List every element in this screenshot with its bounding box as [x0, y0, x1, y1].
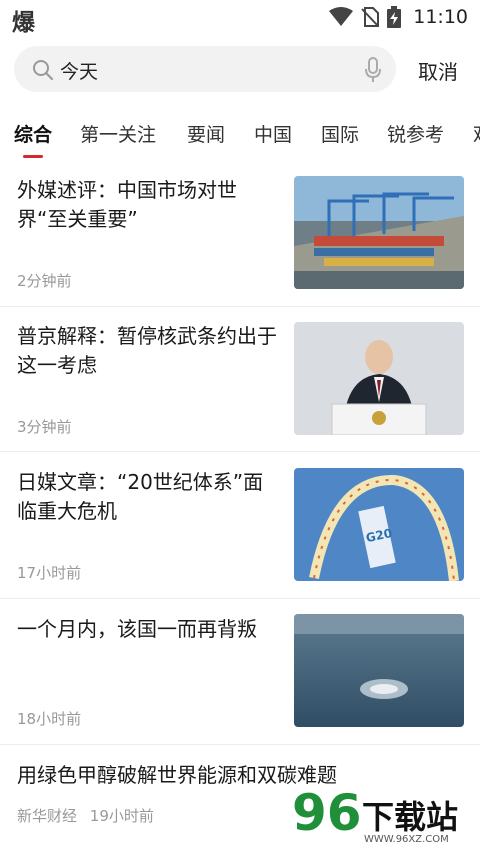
watermark-number: 96	[292, 784, 362, 842]
cancel-button[interactable]: 取消	[418, 56, 458, 85]
watermark-text: 下载站	[362, 798, 459, 836]
news-title[interactable]: 日媒文章：“20世纪体系”面临重大危机	[17, 468, 279, 526]
tab-comprehensive[interactable]: 综合	[14, 120, 52, 147]
wifi-icon	[329, 7, 354, 26]
clock: 11:10	[413, 6, 468, 28]
news-title[interactable]: 外媒述评：中国市场对世界“至关重要”	[17, 176, 279, 234]
search-query[interactable]: 今天	[60, 57, 98, 84]
search-icon	[33, 60, 53, 80]
battery-charging-icon	[387, 6, 402, 28]
news-title[interactable]: 用绿色甲醇破解世界能源和双碳难题	[17, 761, 457, 790]
watermark-logo: 96 下载站 WWW.96XZ.COM	[292, 784, 472, 850]
tab-first-focus[interactable]: 第一关注	[80, 120, 156, 147]
search-input[interactable]: 今天	[14, 46, 396, 92]
channel-tabs: 综合 第一关注 要闻 中国 国际 锐参考 观	[0, 110, 480, 166]
tab-china[interactable]: 中国	[254, 120, 292, 147]
tab-more[interactable]: 观	[473, 120, 480, 147]
tab-headlines[interactable]: 要闻	[187, 120, 225, 147]
news-time: 2分钟前	[17, 272, 72, 290]
news-item[interactable]: 日媒文章：“20世纪体系”面临重大危机 17小时前 G20	[0, 451, 480, 599]
news-title[interactable]: 一个月内，该国一而再背叛	[17, 615, 279, 644]
search-row: 今天 取消	[0, 44, 480, 96]
status-icons: 11:10	[329, 6, 468, 28]
putin-podium-image[interactable]	[294, 322, 464, 435]
tab-international[interactable]: 国际	[321, 120, 359, 147]
news-time: 17小时前	[17, 564, 82, 582]
news-time: 3分钟前	[17, 418, 72, 436]
tab-ruicankao[interactable]: 锐参考	[387, 120, 444, 147]
news-source: 新华财经 19小时前	[17, 805, 154, 826]
app-notification-icon: 爆	[12, 10, 35, 36]
watermark-url: WWW.96XZ.COM	[364, 834, 449, 845]
news-time: 19小时前	[89, 807, 154, 825]
sea-bubbles-image[interactable]	[294, 614, 464, 727]
microphone-icon[interactable]	[364, 57, 382, 83]
news-source-name: 新华财经	[17, 807, 78, 825]
news-title[interactable]: 普京解释：暂停核武条约出于这一考虑	[17, 322, 279, 380]
port-cranes-image[interactable]	[294, 176, 464, 289]
news-time: 18小时前	[17, 710, 82, 728]
g20-sign-image[interactable]: G20	[294, 468, 464, 581]
news-item[interactable]: 普京解释：暂停核武条约出于这一考虑 3分钟前	[0, 306, 480, 452]
news-item[interactable]: 外媒述评：中国市场对世界“至关重要” 2分钟前	[0, 176, 480, 307]
active-tab-indicator	[23, 155, 43, 158]
status-bar: 爆 11:10	[0, 0, 480, 36]
news-item[interactable]: 一个月内，该国一而再背叛 18小时前	[0, 598, 480, 745]
no-sim-icon	[361, 7, 380, 27]
